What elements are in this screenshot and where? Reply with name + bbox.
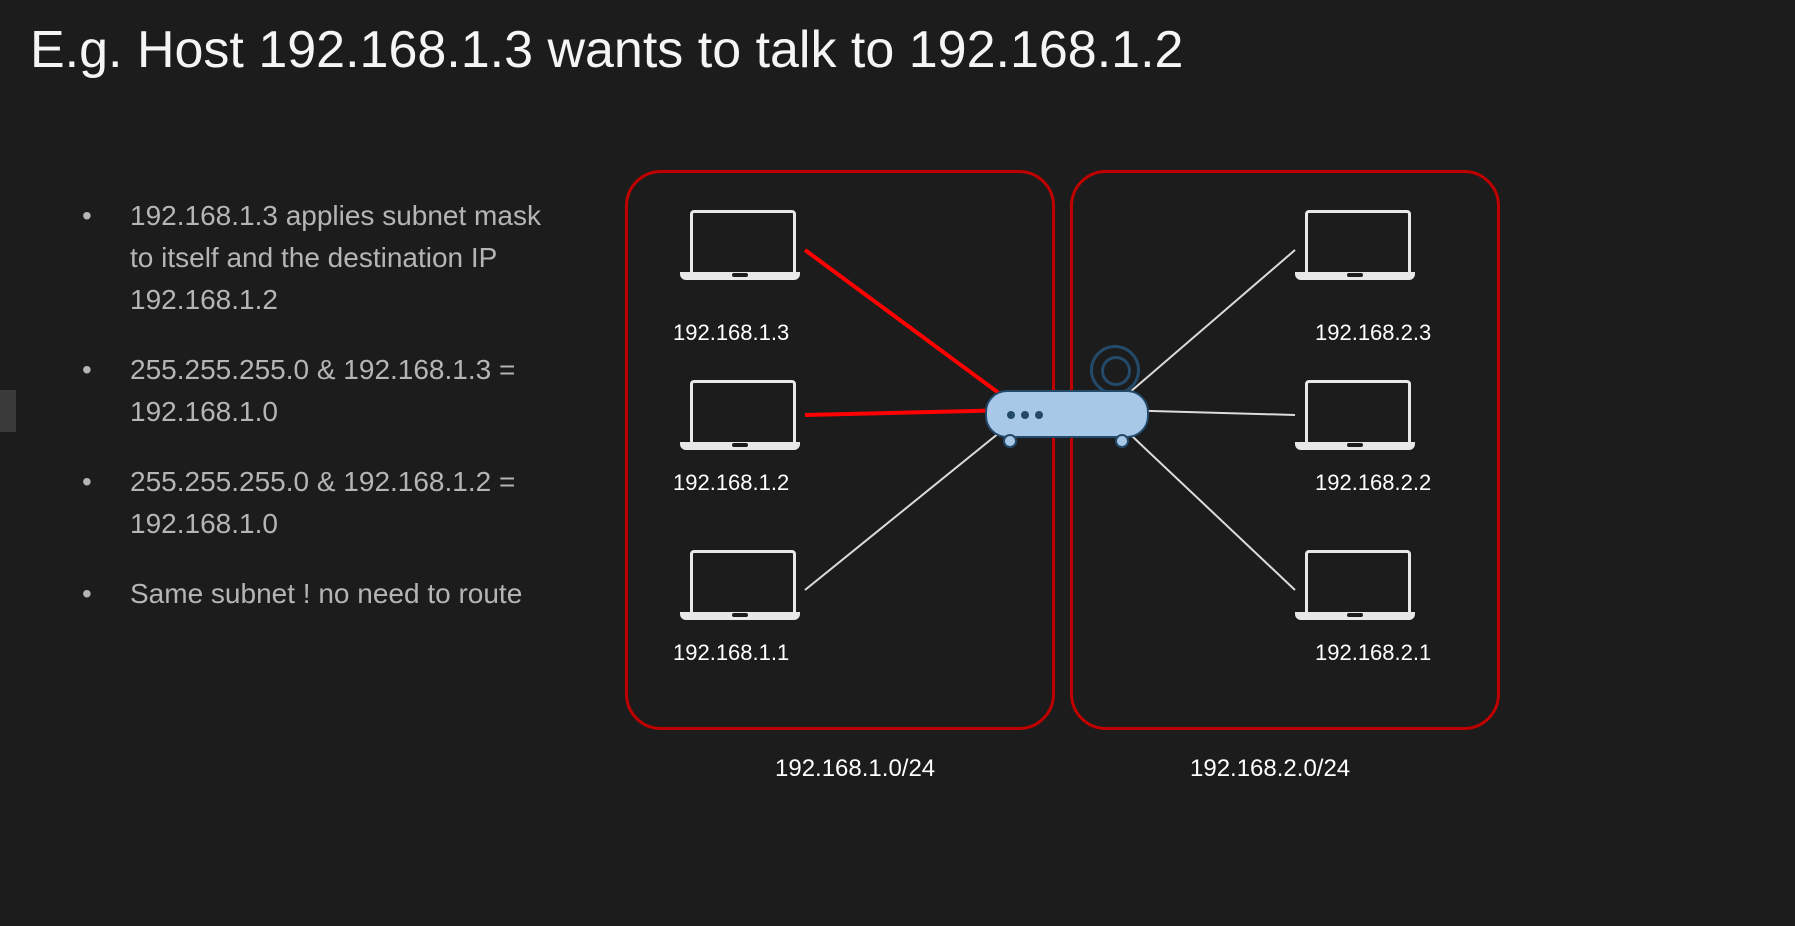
laptop-icon	[1295, 380, 1415, 460]
host-label: 192.168.1.1	[673, 640, 789, 666]
router-icon	[985, 370, 1145, 450]
laptop-icon	[1295, 210, 1415, 290]
network-diagram: 192.168.1.3 192.168.1.2 192.168.1.1 192.…	[615, 170, 1515, 730]
subnet-b-box	[1070, 170, 1500, 730]
laptop-icon	[1295, 550, 1415, 630]
host-label: 192.168.2.3	[1315, 320, 1431, 346]
bullet-list: 192.168.1.3 applies subnet mask to itsel…	[130, 195, 570, 643]
host-label: 192.168.2.2	[1315, 470, 1431, 496]
host-label: 192.168.1.3	[673, 320, 789, 346]
slide-title: E.g. Host 192.168.1.3 wants to talk to 1…	[30, 20, 1183, 80]
host-label: 192.168.1.2	[673, 470, 789, 496]
laptop-icon	[680, 380, 800, 460]
bullet-item: 192.168.1.3 applies subnet mask to itsel…	[130, 195, 570, 321]
prev-slide-stub[interactable]	[0, 390, 16, 432]
subnet-a-label: 192.168.1.0/24	[775, 755, 935, 783]
laptop-icon	[680, 210, 800, 290]
subnet-b-label: 192.168.2.0/24	[1190, 755, 1350, 783]
bullet-item: Same subnet ! no need to route	[130, 573, 570, 615]
laptop-icon	[680, 550, 800, 630]
bullet-item: 255.255.255.0 & 192.168.1.3 = 192.168.1.…	[130, 349, 570, 433]
host-label: 192.168.2.1	[1315, 640, 1431, 666]
bullet-item: 255.255.255.0 & 192.168.1.2 = 192.168.1.…	[130, 461, 570, 545]
slide: E.g. Host 192.168.1.3 wants to talk to 1…	[0, 0, 1795, 926]
